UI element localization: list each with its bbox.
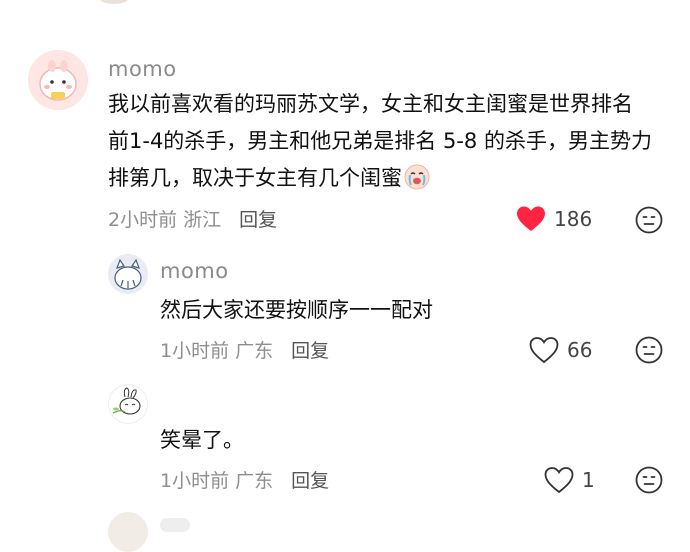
next-reply-avatar-edge bbox=[108, 512, 148, 552]
reply-meta: 1小时前 广东 回复 bbox=[160, 466, 329, 493]
heart-outline-icon bbox=[529, 337, 559, 364]
like-button[interactable]: 66 bbox=[529, 336, 592, 364]
dislike-button[interactable] bbox=[635, 206, 663, 234]
reply-username[interactable]: momo bbox=[160, 259, 229, 283]
crying-face-emoji-icon bbox=[404, 164, 430, 202]
comment-text: 我以前喜欢看的玛丽苏文学，女主和女主闺蜜是世界排名前1-4的杀手，男主和他兄弟是… bbox=[108, 86, 653, 202]
reply-text: 笑晕了。 bbox=[160, 428, 244, 452]
like-count: 1 bbox=[582, 468, 595, 492]
reply-time: 1小时前 bbox=[160, 470, 230, 492]
next-reply-username-edge bbox=[160, 518, 190, 532]
neutral-face-icon bbox=[635, 466, 663, 494]
comment-meta: 2小时前 浙江 回复 bbox=[108, 205, 277, 232]
heart-outline-icon bbox=[544, 467, 574, 494]
like-button[interactable]: 186 bbox=[516, 205, 592, 233]
neutral-face-icon bbox=[635, 336, 663, 364]
dislike-button[interactable] bbox=[635, 466, 663, 494]
reply-text: 然后大家还要按顺序一一配对 bbox=[160, 298, 433, 322]
cat-sketch-avatar-icon bbox=[108, 254, 148, 294]
pink-character-avatar-icon bbox=[28, 50, 88, 110]
avatar[interactable] bbox=[108, 254, 148, 294]
like-count: 66 bbox=[567, 338, 593, 362]
neutral-face-icon bbox=[635, 206, 663, 234]
comment-time: 2小时前 bbox=[108, 209, 178, 231]
dislike-button[interactable] bbox=[635, 336, 663, 364]
reply-button[interactable]: 回复 bbox=[291, 466, 329, 493]
comment-text-content: 我以前喜欢看的玛丽苏文学，女主和女主闺蜜是世界排名前1-4的杀手，男主和他兄弟是… bbox=[108, 92, 652, 190]
comment-username[interactable]: momo bbox=[108, 57, 177, 81]
comment-location: 浙江 bbox=[183, 209, 222, 231]
previous-comment-avatar-edge bbox=[100, 0, 128, 4]
reply-button[interactable]: 回复 bbox=[291, 336, 329, 363]
reply-button[interactable]: 回复 bbox=[239, 205, 277, 232]
reply-location: 广东 bbox=[235, 470, 274, 492]
bunny-sketch-avatar-icon bbox=[112, 387, 141, 415]
reply-meta: 1小时前 广东 回复 bbox=[160, 336, 329, 363]
avatar[interactable] bbox=[28, 50, 88, 110]
reply-time: 1小时前 bbox=[160, 340, 230, 362]
like-button[interactable]: 1 bbox=[544, 466, 595, 494]
avatar[interactable] bbox=[108, 384, 148, 424]
reply-location: 广东 bbox=[235, 340, 274, 362]
like-count: 186 bbox=[554, 207, 593, 231]
heart-filled-icon bbox=[517, 206, 545, 231]
